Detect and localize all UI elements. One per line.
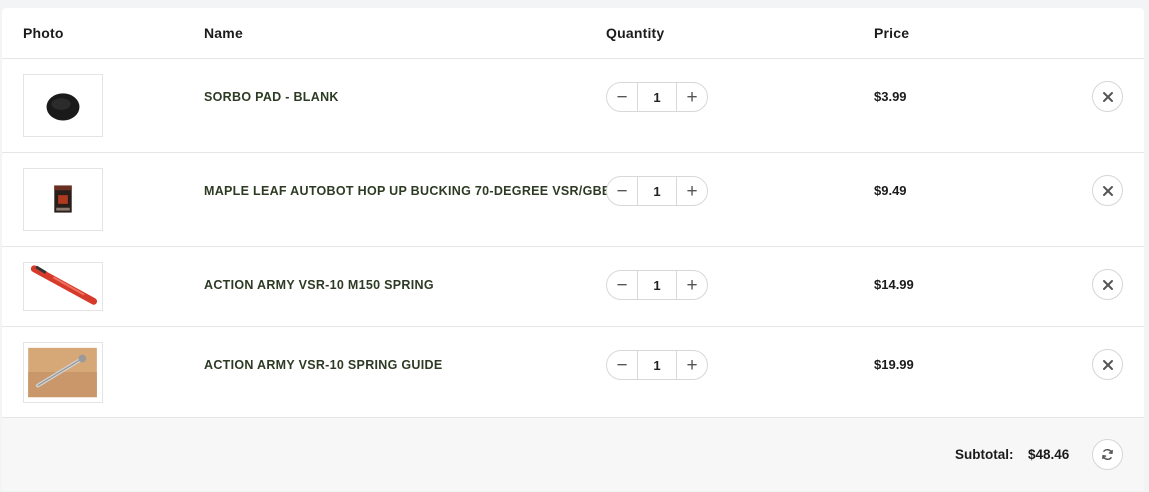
remove-item-button[interactable] bbox=[1092, 175, 1123, 206]
plus-icon[interactable]: + bbox=[677, 351, 707, 379]
product-name-link[interactable]: ACTION ARMY VSR-10 M150 SPRING bbox=[204, 278, 434, 292]
product-price: $14.99 bbox=[874, 277, 914, 292]
close-icon bbox=[1102, 91, 1113, 102]
subtotal-label: Subtotal: bbox=[955, 447, 1014, 462]
quantity-stepper: − + bbox=[606, 176, 708, 206]
product-price: $3.99 bbox=[874, 89, 907, 104]
cart-table: Photo Name Quantity Price SORBO PAD - BL… bbox=[2, 8, 1144, 491]
product-price: $9.49 bbox=[874, 183, 907, 198]
plus-icon[interactable]: + bbox=[677, 83, 707, 111]
minus-icon[interactable]: − bbox=[607, 271, 637, 299]
close-icon bbox=[1102, 279, 1113, 290]
cart-row: SORBO PAD - BLANK − + $3.99 bbox=[2, 59, 1144, 153]
quantity-input[interactable] bbox=[637, 177, 677, 205]
quantity-stepper: − + bbox=[606, 270, 708, 300]
cart-footer: Subtotal: $48.46 bbox=[2, 418, 1144, 491]
plus-icon[interactable]: + bbox=[677, 177, 707, 205]
table-header: Photo Name Quantity Price bbox=[2, 8, 1144, 59]
refresh-icon bbox=[1102, 449, 1113, 460]
remove-item-button[interactable] bbox=[1092, 269, 1123, 300]
cart-row: MAPLE LEAF AUTOBOT HOP UP BUCKING 70-DEG… bbox=[2, 153, 1144, 247]
black-round-pad-photo bbox=[46, 93, 80, 121]
product-price: $19.99 bbox=[874, 357, 914, 372]
column-header-name: Name bbox=[204, 25, 243, 41]
product-thumbnail[interactable] bbox=[23, 342, 103, 403]
product-name-link[interactable]: MAPLE LEAF AUTOBOT HOP UP BUCKING 70-DEG… bbox=[204, 184, 611, 198]
plus-icon[interactable]: + bbox=[677, 271, 707, 299]
column-header-quantity: Quantity bbox=[606, 25, 665, 41]
product-thumbnail[interactable] bbox=[23, 262, 103, 311]
minus-icon[interactable]: − bbox=[607, 83, 637, 111]
bucking-package-photo bbox=[54, 185, 72, 213]
subtotal-value: $48.46 bbox=[1028, 447, 1070, 462]
minus-icon[interactable]: − bbox=[607, 351, 637, 379]
product-name-link[interactable]: SORBO PAD - BLANK bbox=[204, 90, 339, 104]
cart-row: ACTION ARMY VSR-10 M150 SPRING − + $14.9… bbox=[2, 247, 1144, 327]
remove-item-button[interactable] bbox=[1092, 81, 1123, 112]
product-thumbnail[interactable] bbox=[23, 74, 103, 137]
cart-row: ACTION ARMY VSR-10 SPRING GUIDE − + $19.… bbox=[2, 327, 1144, 418]
minus-icon[interactable]: − bbox=[607, 177, 637, 205]
quantity-input[interactable] bbox=[637, 271, 677, 299]
spring-guide-photo bbox=[28, 347, 97, 398]
spring-package-photo bbox=[30, 265, 98, 305]
update-cart-button[interactable] bbox=[1092, 439, 1123, 470]
column-header-price: Price bbox=[874, 25, 910, 41]
close-icon bbox=[1102, 185, 1113, 196]
product-thumbnail[interactable] bbox=[23, 168, 103, 231]
quantity-stepper: − + bbox=[606, 82, 708, 112]
remove-item-button[interactable] bbox=[1092, 349, 1123, 380]
quantity-stepper: − + bbox=[606, 350, 708, 380]
close-icon bbox=[1102, 359, 1113, 370]
product-name-link[interactable]: ACTION ARMY VSR-10 SPRING GUIDE bbox=[204, 358, 443, 372]
quantity-input[interactable] bbox=[637, 351, 677, 379]
quantity-input[interactable] bbox=[637, 83, 677, 111]
column-header-photo: Photo bbox=[23, 25, 64, 41]
